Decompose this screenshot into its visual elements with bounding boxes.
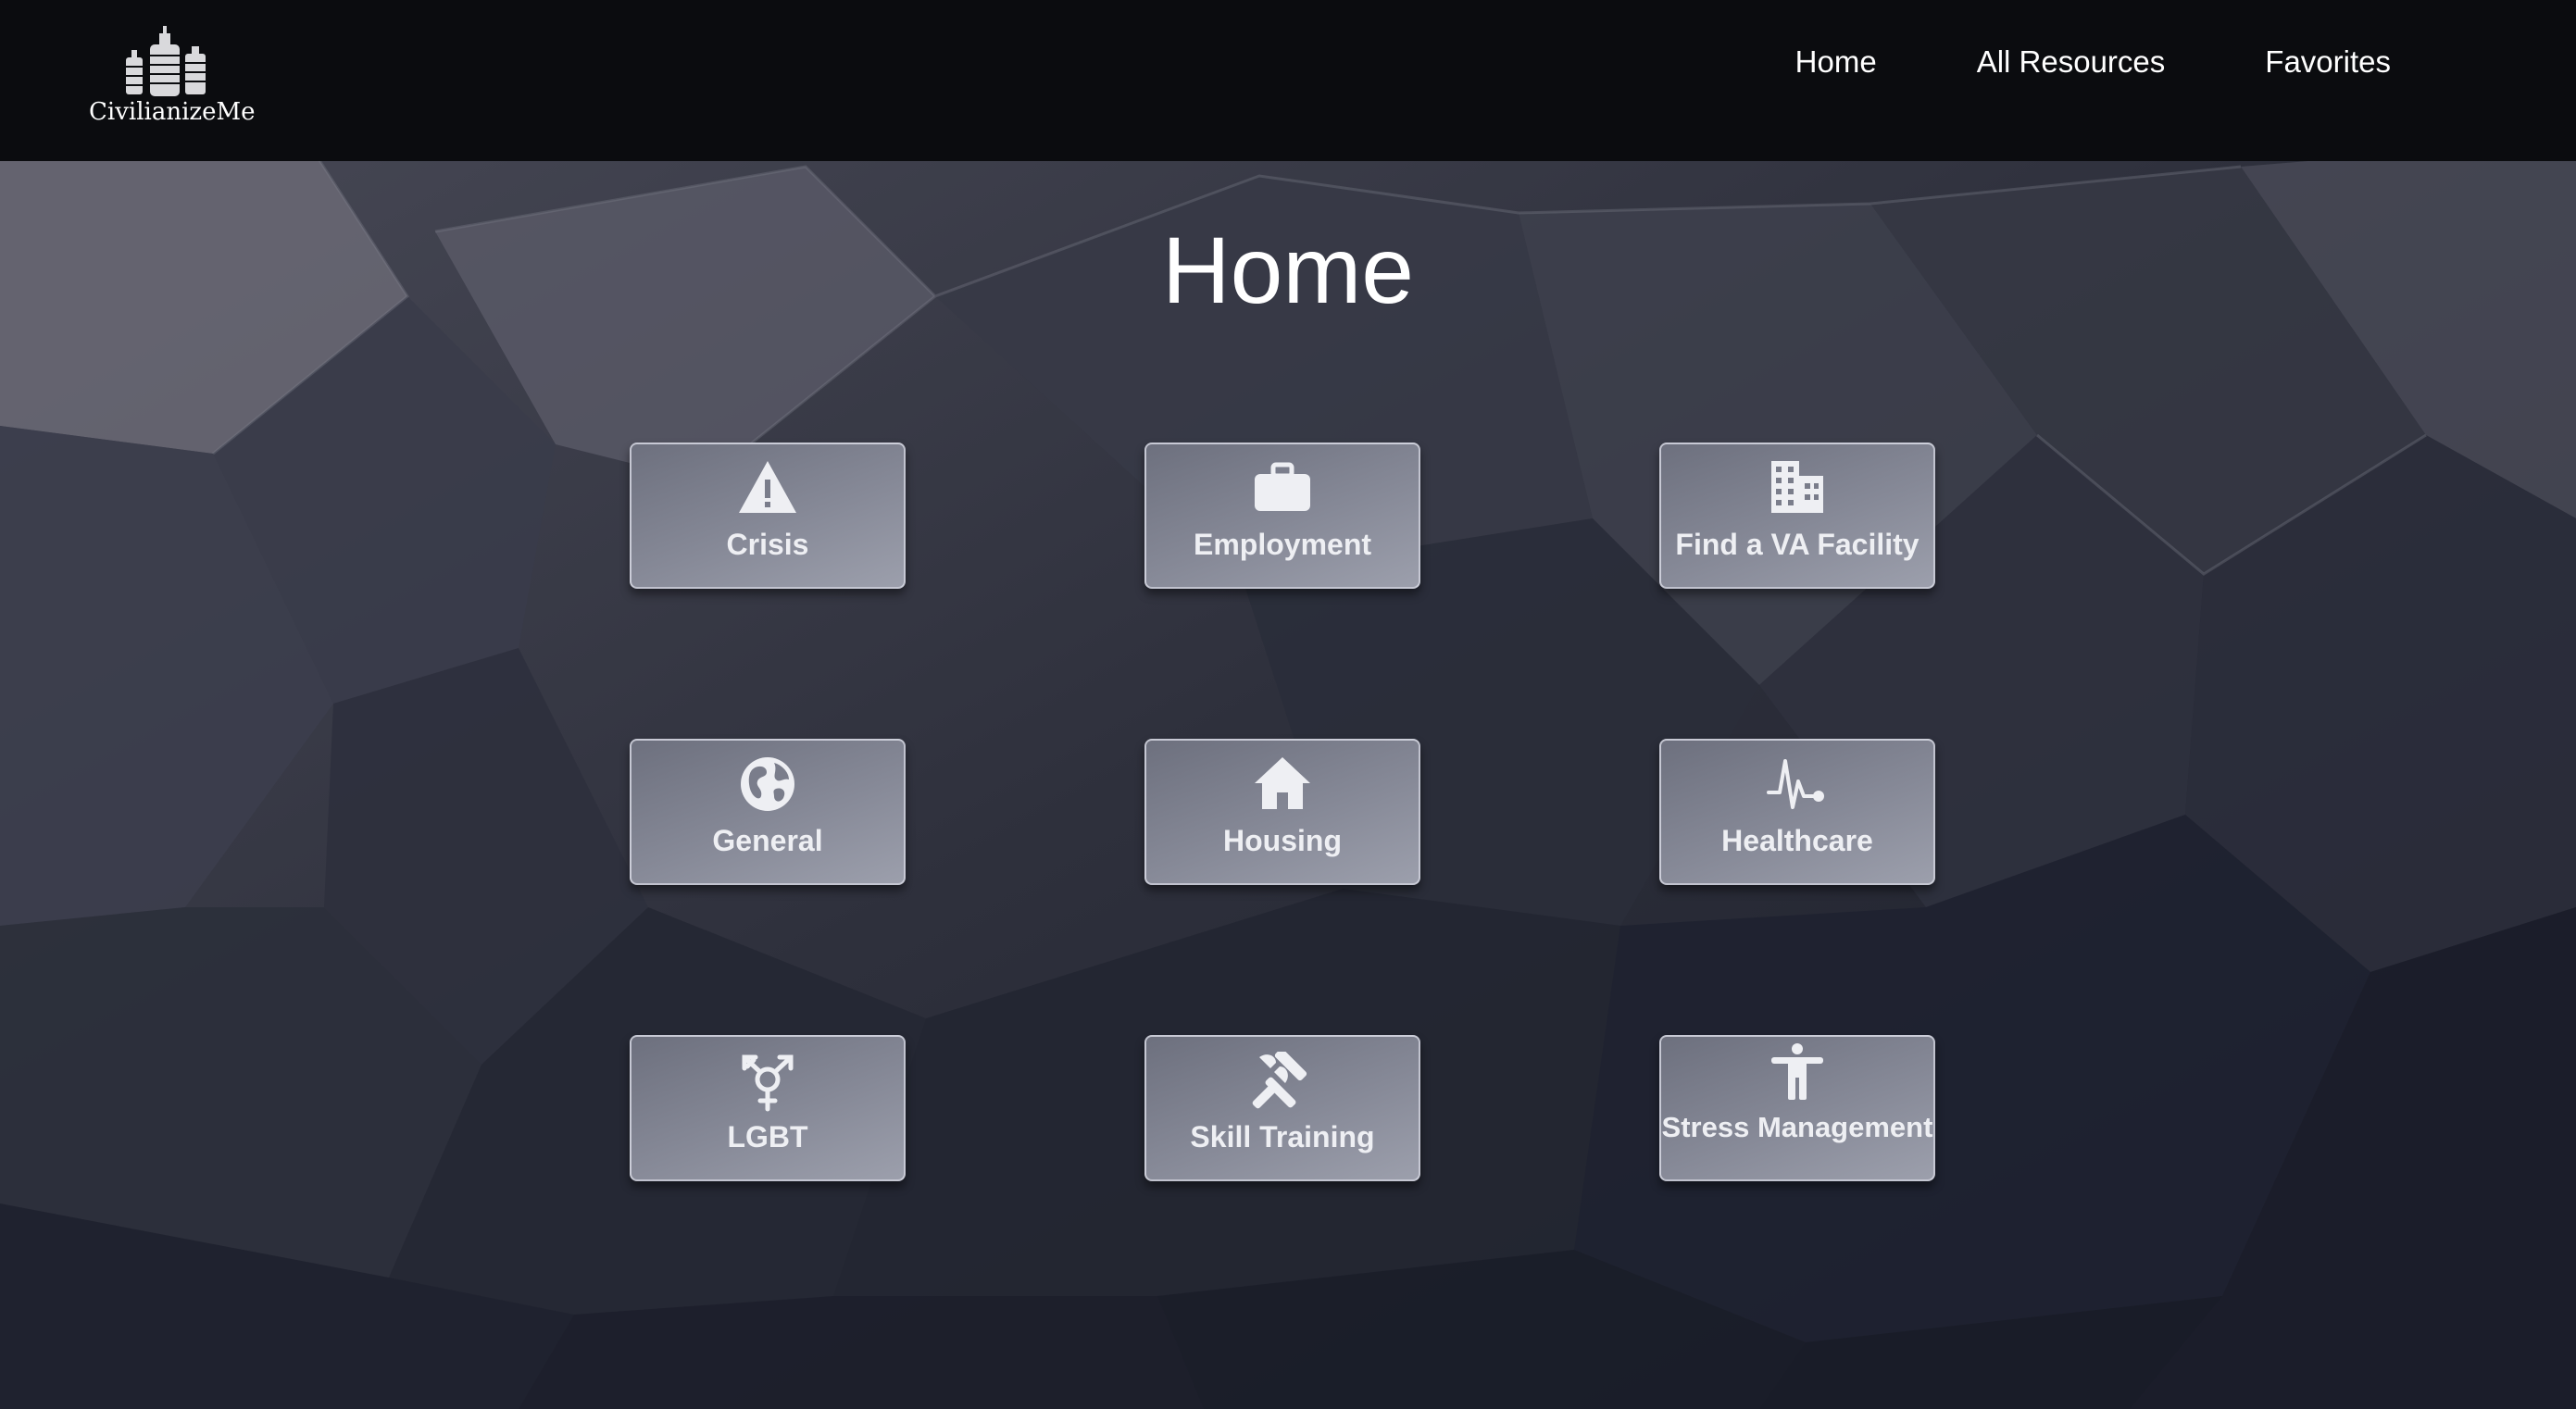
warning-triangle-icon <box>739 461 796 513</box>
tile-label: Skill Training <box>1190 1120 1375 1153</box>
category-tile-find-va-facility[interactable]: Find a VA Facility <box>1659 443 1935 589</box>
category-tile-stress-management[interactable]: Stress Management <box>1659 1035 1935 1181</box>
tile-label: Housing <box>1223 824 1342 857</box>
house-icon <box>1255 757 1310 809</box>
top-navbar: CivilianizeMe Home All Resources Favorit… <box>0 0 2576 161</box>
nav-link-all-resources[interactable]: All Resources <box>1977 44 2166 80</box>
tile-label: General <box>712 824 823 857</box>
tile-label: Find a VA Facility <box>1675 528 1919 561</box>
tile-label: Employment <box>1193 528 1372 561</box>
city-skyline-icon <box>126 26 206 96</box>
brand-logo[interactable]: CivilianizeMe <box>89 26 256 128</box>
category-tile-crisis[interactable]: Crisis <box>630 443 906 589</box>
heartbeat-icon <box>1767 759 1824 809</box>
briefcase-icon <box>1255 462 1310 511</box>
category-tile-skill-training[interactable]: Skill Training <box>1144 1035 1420 1181</box>
brand-name: CivilianizeMe <box>89 98 256 126</box>
category-grid: Crisis Employment Find a VA Facility Gen… <box>630 443 1937 1183</box>
nav-link-favorites[interactable]: Favorites <box>2265 44 2391 80</box>
page-title: Home <box>1161 218 1415 323</box>
tile-label: LGBT <box>727 1120 808 1153</box>
nav-link-home[interactable]: Home <box>1795 44 1877 80</box>
globe-icon <box>741 757 794 811</box>
main-nav: Home All Resources Favorites <box>1795 44 2391 80</box>
category-tile-employment[interactable]: Employment <box>1144 443 1420 589</box>
transgender-symbol-icon <box>742 1054 794 1112</box>
tile-label: Crisis <box>726 528 809 561</box>
category-tile-healthcare[interactable]: Healthcare <box>1659 739 1935 885</box>
tile-label: Stress Management <box>1661 1111 1933 1143</box>
category-tile-general[interactable]: General <box>630 739 906 885</box>
tools-icon <box>1252 1052 1307 1109</box>
category-tile-lgbt[interactable]: LGBT <box>630 1035 906 1181</box>
tile-label: Healthcare <box>1721 824 1873 857</box>
standing-person-icon <box>1771 1043 1823 1100</box>
building-icon <box>1771 461 1823 513</box>
category-tile-housing[interactable]: Housing <box>1144 739 1420 885</box>
